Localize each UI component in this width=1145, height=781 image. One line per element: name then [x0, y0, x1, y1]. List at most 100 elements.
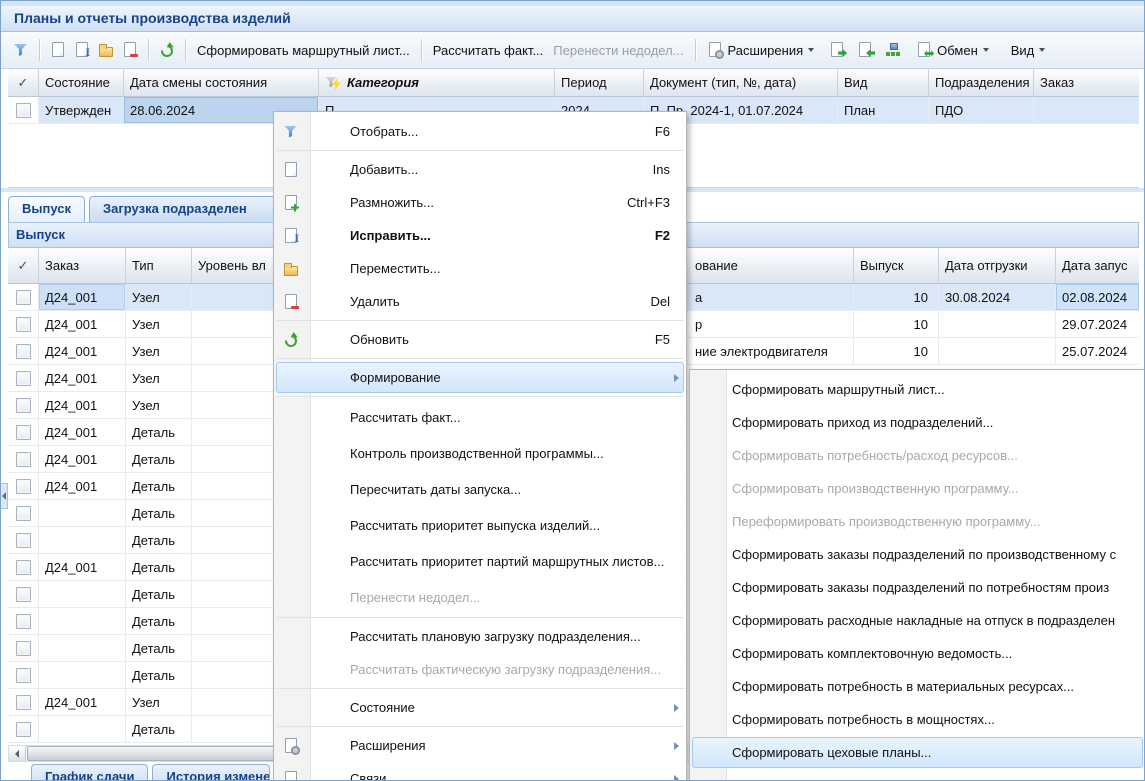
submenu-item[interactable]: Сформировать производственную программу.…: [690, 472, 1145, 505]
filter-icon[interactable]: [13, 42, 29, 58]
row-checkbox[interactable]: [16, 452, 31, 467]
cell-order[interactable]: [39, 527, 126, 553]
row-checkbox[interactable]: [16, 506, 31, 521]
cell-ship-date[interactable]: [939, 311, 1056, 337]
context-menu-item[interactable]: Расширения: [274, 729, 686, 762]
form-route-sheet-button[interactable]: Сформировать маршрутный лист...: [192, 37, 415, 63]
scroll-left-button[interactable]: [9, 746, 26, 761]
context-menu-item[interactable]: Рассчитать факт...: [274, 399, 686, 435]
cell-order[interactable]: Д24_001: [39, 554, 126, 580]
cell-order[interactable]: [39, 500, 126, 526]
panel-collapse-arrow[interactable]: [1, 483, 8, 509]
column-header-subdivisions[interactable]: Подразделения: [929, 69, 1034, 96]
row-checkbox[interactable]: [16, 425, 31, 440]
context-menu-item[interactable]: Отобрать... F6: [274, 115, 686, 148]
context-menu-item[interactable]: Добавить... Ins: [274, 153, 686, 186]
submenu-item[interactable]: Сформировать маршрутный лист...: [690, 373, 1145, 406]
context-menu-item[interactable]: Связи: [274, 762, 686, 781]
cell-qty[interactable]: 10: [854, 311, 939, 337]
cell-order[interactable]: Д24_001: [39, 473, 126, 499]
row-checkbox[interactable]: [16, 317, 31, 332]
row-checkbox[interactable]: [16, 560, 31, 575]
submenu-item[interactable]: Сформировать комплектовочную ведомость..…: [690, 637, 1145, 670]
table-row-right[interactable]: а 10 30.08.2024 02.08.2024: [689, 284, 1139, 311]
row-checkbox[interactable]: [16, 344, 31, 359]
cell-order[interactable]: [39, 635, 126, 661]
cell-launch-date[interactable]: 02.08.2024: [1056, 284, 1139, 310]
delete-document-icon[interactable]: [122, 42, 138, 58]
cell-type[interactable]: Деталь: [126, 662, 192, 688]
column-header-category[interactable]: Категория: [319, 69, 555, 96]
cell-type[interactable]: Узел: [126, 392, 192, 418]
row-checkbox[interactable]: [16, 722, 31, 737]
row-checkbox[interactable]: [16, 479, 31, 494]
column-header-kind[interactable]: Вид: [838, 69, 929, 96]
hierarchy-icon[interactable]: [885, 42, 901, 58]
submenu-item[interactable]: Сформировать цеховые планы...: [690, 736, 1145, 769]
submenu-item[interactable]: Сформировать график сдачи...: [690, 769, 1145, 781]
submenu-item[interactable]: Сформировать заказы подразделений по про…: [690, 538, 1145, 571]
context-menu-item[interactable]: Размножить... Ctrl+F3: [274, 186, 686, 219]
cell-subdivisions[interactable]: ПДО: [929, 97, 1034, 123]
row-checkbox[interactable]: [16, 587, 31, 602]
cell-launch-date[interactable]: 29.07.2024: [1056, 311, 1139, 337]
context-menu-item[interactable]: Переместить...: [274, 252, 686, 285]
row-checkbox[interactable]: [16, 533, 31, 548]
row-checkbox[interactable]: [16, 695, 31, 710]
cell-order[interactable]: Д24_001: [39, 419, 126, 445]
column-header-order[interactable]: Заказ: [39, 248, 126, 283]
refresh-icon[interactable]: [159, 42, 175, 58]
cell-type[interactable]: Деталь: [126, 527, 192, 553]
cell-type[interactable]: Узел: [126, 365, 192, 391]
cell-order[interactable]: Д24_001: [39, 338, 126, 364]
context-menu-item[interactable]: Обновить F5: [274, 323, 686, 356]
context-menu-item[interactable]: Рассчитать приоритет партий маршрутных л…: [274, 543, 686, 579]
column-header-document[interactable]: Документ (тип, №, дата): [644, 69, 838, 96]
submenu-item[interactable]: Сформировать потребность в материальных …: [690, 670, 1145, 703]
cell-name[interactable]: ние электродвигателя: [689, 338, 854, 364]
row-checkbox[interactable]: [16, 668, 31, 683]
submenu-item[interactable]: Сформировать заказы подразделений по пот…: [690, 571, 1145, 604]
cell-order[interactable]: Д24_001: [39, 689, 126, 715]
cell-order[interactable]: Д24_001: [39, 311, 126, 337]
cell-launch-date[interactable]: 25.07.2024: [1056, 338, 1139, 364]
export-document-icon[interactable]: [829, 42, 845, 58]
context-menu-item[interactable]: Рассчитать плановую загрузку подразделен…: [274, 620, 686, 653]
cell-ship-date[interactable]: 30.08.2024: [939, 284, 1056, 310]
submenu-item[interactable]: Переформировать производственную програм…: [690, 505, 1145, 538]
cell-type[interactable]: Деталь: [126, 635, 192, 661]
cell-order[interactable]: Д24_001: [39, 392, 126, 418]
extensions-dropdown[interactable]: Расширения: [702, 37, 820, 63]
context-menu-item[interactable]: Исправить... F2: [274, 219, 686, 252]
cell-ship-date[interactable]: [939, 338, 1056, 364]
import-document-icon[interactable]: [857, 42, 873, 58]
table-row-right[interactable]: ние электродвигателя 10 25.07.2024: [689, 338, 1139, 365]
column-header-name[interactable]: ование: [689, 248, 854, 283]
cell-qty[interactable]: 10: [854, 284, 939, 310]
cell-type[interactable]: Деталь: [126, 608, 192, 634]
column-header-check[interactable]: ✓: [8, 248, 39, 283]
cell-order[interactable]: Д24_001: [39, 446, 126, 472]
cell-order[interactable]: [39, 608, 126, 634]
cell-type[interactable]: Деталь: [126, 473, 192, 499]
cell-order[interactable]: Д24_001: [39, 365, 126, 391]
column-header-period[interactable]: Период: [555, 69, 644, 96]
cell-type[interactable]: Узел: [126, 689, 192, 715]
tab-istoriya-izmeneniy[interactable]: История измене: [152, 764, 270, 781]
edit-document-icon[interactable]: [74, 42, 90, 58]
submenu-item[interactable]: Сформировать расходные накладные на отпу…: [690, 604, 1145, 637]
move-folder-icon[interactable]: [98, 42, 114, 58]
cell-order[interactable]: [39, 716, 126, 742]
row-checkbox[interactable]: [16, 641, 31, 656]
cell-kind[interactable]: План: [838, 97, 929, 123]
cell-qty[interactable]: 10: [854, 338, 939, 364]
cell-type[interactable]: Деталь: [126, 446, 192, 472]
submenu-item[interactable]: Сформировать потребность/расход ресурсов…: [690, 439, 1145, 472]
row-checkbox[interactable]: [16, 614, 31, 629]
exchange-dropdown[interactable]: Обмен: [911, 37, 994, 63]
cell-type[interactable]: Узел: [126, 311, 192, 337]
cell-order[interactable]: [39, 581, 126, 607]
column-header-order[interactable]: Заказ: [1034, 69, 1139, 96]
context-menu-item[interactable]: Пересчитать даты запуска...: [274, 471, 686, 507]
context-menu-item[interactable]: Рассчитать приоритет выпуска изделий...: [274, 507, 686, 543]
